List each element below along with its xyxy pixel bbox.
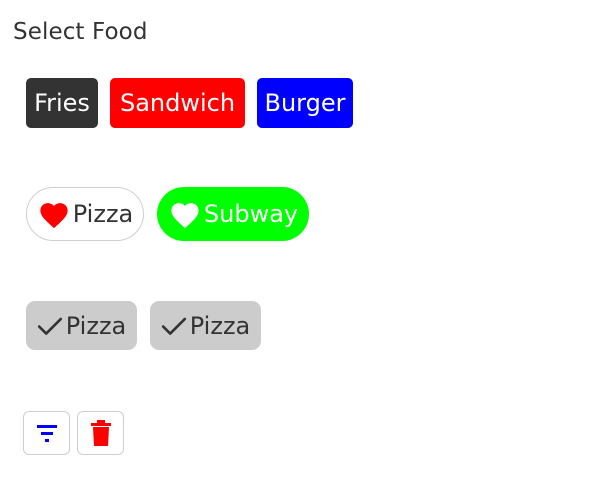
chip-label: Pizza — [72, 200, 134, 228]
heart-icon — [40, 203, 68, 229]
action-button-group — [23, 411, 131, 455]
delete-button[interactable] — [77, 411, 124, 455]
check-chip-group: Pizza Pizza — [26, 301, 261, 350]
chip-pizza-favorite[interactable]: Pizza — [26, 187, 144, 241]
check-icon — [37, 317, 62, 335]
chip-label: Pizza — [189, 311, 251, 340]
chip-burger[interactable]: Burger — [257, 78, 353, 128]
chip-label: Fries — [34, 89, 90, 117]
chip-label: Burger — [264, 89, 346, 117]
solid-chip-group: Fries Sandwich Burger — [26, 78, 353, 128]
trash-icon — [90, 420, 111, 446]
chip-sandwich[interactable]: Sandwich — [110, 78, 245, 128]
chip-pizza-checked[interactable]: Pizza — [26, 301, 137, 350]
page-title: Select Food — [13, 19, 148, 45]
chip-label: Subway — [203, 200, 299, 228]
heart-icon — [171, 203, 199, 229]
filter-button[interactable] — [23, 411, 70, 455]
chip-pizza-checked[interactable]: Pizza — [150, 301, 261, 350]
favorite-chip-group: Pizza Subway — [26, 187, 309, 241]
chip-fries[interactable]: Fries — [26, 78, 98, 128]
check-icon — [161, 317, 186, 335]
chip-subway-favorite[interactable]: Subway — [157, 187, 309, 241]
chip-label: Pizza — [65, 311, 127, 340]
chip-label: Sandwich — [119, 89, 236, 117]
filter-icon — [36, 425, 57, 442]
